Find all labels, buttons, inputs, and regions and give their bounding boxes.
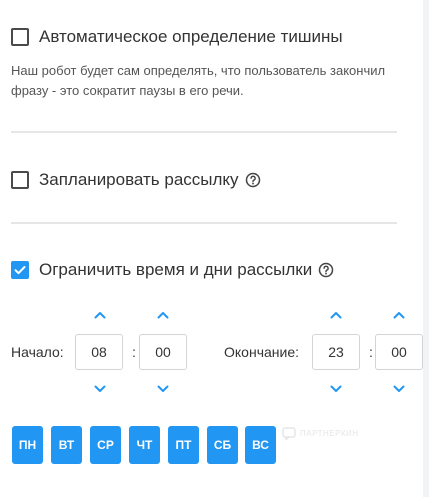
schedule-mailing-checkbox[interactable] xyxy=(11,171,29,189)
limit-time-row[interactable]: Ограничить время и дни рассылки xyxy=(11,260,334,280)
schedule-mailing-row[interactable]: Запланировать рассылку xyxy=(11,170,261,190)
end-hours-up-button[interactable] xyxy=(329,310,343,320)
time-separator: : xyxy=(132,344,136,360)
question-circle-icon[interactable] xyxy=(318,262,334,278)
start-hours-down-button[interactable] xyxy=(93,384,107,394)
end-time-label: Окончание: xyxy=(224,344,299,360)
chevron-down-icon xyxy=(330,385,342,392)
end-hours-input[interactable]: 23 xyxy=(312,334,360,370)
schedule-mailing-label: Запланировать рассылку xyxy=(39,170,239,189)
limit-time-label: Ограничить время и дни рассылки xyxy=(39,260,313,279)
chevron-down-icon xyxy=(393,385,405,392)
divider xyxy=(11,131,397,133)
limit-time-checkbox[interactable] xyxy=(11,261,29,279)
question-circle-icon[interactable] xyxy=(245,172,261,188)
start-minutes-down-button[interactable] xyxy=(156,384,170,394)
start-hours-input[interactable]: 08 xyxy=(75,334,123,370)
divider xyxy=(11,222,397,224)
scroll-track xyxy=(423,0,429,497)
chevron-up-icon xyxy=(393,312,405,319)
watermark-logo-icon xyxy=(282,427,296,440)
day-button-thu[interactable]: ЧТ xyxy=(129,426,160,464)
end-hours-down-button[interactable] xyxy=(329,384,343,394)
day-button-mon[interactable]: ПН xyxy=(12,426,43,464)
silence-detection-description: Наш робот будет сам определять, что поль… xyxy=(11,63,386,98)
chevron-up-icon xyxy=(94,312,106,319)
start-time-label: Начало: xyxy=(11,344,64,360)
day-button-tue[interactable]: ВТ xyxy=(51,426,82,464)
chevron-up-icon xyxy=(157,312,169,319)
silence-detection-checkbox[interactable] xyxy=(11,28,29,46)
start-minutes-up-button[interactable] xyxy=(156,310,170,320)
day-button-sat[interactable]: СБ xyxy=(207,426,238,464)
silence-detection-label: Автоматическое определение тишины xyxy=(39,27,343,46)
end-minutes-up-button[interactable] xyxy=(392,310,406,320)
start-hours-up-button[interactable] xyxy=(93,310,107,320)
watermark-text: ПАРТНЕРКИН xyxy=(300,428,359,438)
watermark: ПАРТНЕРКИН xyxy=(282,426,359,440)
start-minutes-input[interactable]: 00 xyxy=(139,334,187,370)
checkmark-icon xyxy=(14,266,26,275)
end-minutes-input[interactable]: 00 xyxy=(375,334,423,370)
day-button-sun[interactable]: ВС xyxy=(245,426,276,464)
end-minutes-down-button[interactable] xyxy=(392,384,406,394)
time-separator: : xyxy=(369,344,373,360)
chevron-down-icon xyxy=(94,385,106,392)
day-button-fri[interactable]: ПТ xyxy=(168,426,199,464)
chevron-up-icon xyxy=(330,312,342,319)
day-button-wed[interactable]: СР xyxy=(90,426,121,464)
silence-detection-row[interactable]: Автоматическое определение тишины xyxy=(11,27,343,47)
chevron-down-icon xyxy=(157,385,169,392)
